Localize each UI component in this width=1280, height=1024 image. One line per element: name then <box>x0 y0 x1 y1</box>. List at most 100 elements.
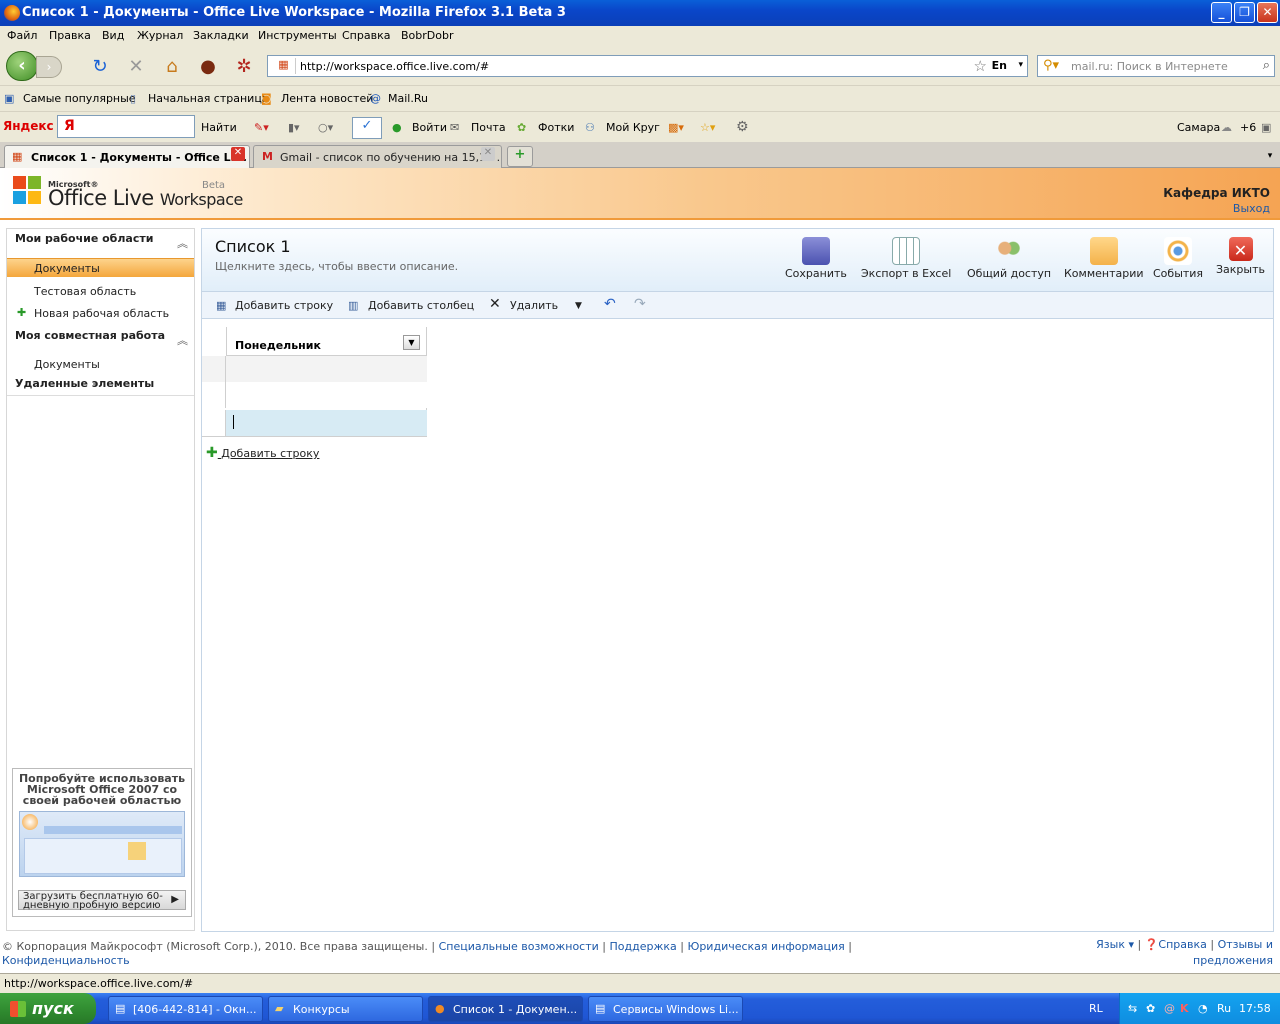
lang-badge[interactable]: En <box>992 59 1007 72</box>
menu-history[interactable]: Журнал <box>137 29 183 42</box>
comments-button[interactable]: Комментарии <box>1064 237 1144 280</box>
help-link[interactable]: Справка <box>1158 938 1206 951</box>
spellcheck-icon[interactable]: ✓ <box>352 117 382 139</box>
keyboard-layout[interactable]: RL <box>1089 1002 1103 1015</box>
yandex-search-input[interactable]: Я <box>57 115 195 138</box>
add-row-link[interactable]: ✚ Добавить строку <box>206 445 319 461</box>
tab-gmail[interactable]: M Gmail - список по обучению на 15,16 ..… <box>253 145 502 168</box>
pencil-icon[interactable]: ✎▾ <box>254 121 269 134</box>
network-icon[interactable]: ⇆ <box>1128 1002 1137 1015</box>
collapse-icon[interactable]: ︽ <box>177 235 188 251</box>
taskbar-item-firefox[interactable]: ● Список 1 - Докумен... <box>428 996 583 1022</box>
favorites-star-icon[interactable]: ☆▾ <box>700 121 715 134</box>
row-header[interactable] <box>202 410 226 436</box>
accessibility-link[interactable]: Специальные возможности <box>439 940 599 953</box>
language-menu[interactable]: Язык ▾ <box>1096 938 1134 951</box>
bookmark-star-icon[interactable]: ☆ <box>974 57 987 75</box>
tab-list-icon[interactable]: ▾ <box>1262 148 1278 164</box>
sidebar-item-new-workspace[interactable]: ✚ Новая рабочая область <box>7 304 194 323</box>
menu-edit[interactable]: Правка <box>49 29 91 42</box>
tab-close-icon[interactable]: ✕ <box>231 147 245 161</box>
add-row-icon[interactable]: ▦ <box>216 299 226 312</box>
url-dropdown-icon[interactable]: ▾ <box>1018 60 1023 70</box>
mail-at-icon[interactable]: @ <box>1164 1002 1175 1015</box>
export-excel-button[interactable]: Экспорт в Excel <box>861 237 951 280</box>
tab-close-icon[interactable]: ✕ <box>481 147 495 161</box>
taskbar-item-windows-live[interactable]: ▤ Сервисы Windows Li... <box>588 996 743 1022</box>
url-bar[interactable]: ▦ http://workspace.office.live.com/# ☆ E… <box>267 55 1028 77</box>
gift-icon[interactable]: ▩▾ <box>668 121 684 134</box>
legal-link[interactable]: Юридическая информация <box>687 940 844 953</box>
yandex-login[interactable]: Войти <box>412 121 447 134</box>
save-button[interactable]: Сохранить <box>785 237 847 280</box>
add-column-icon[interactable]: ▥ <box>348 299 358 312</box>
speech-icon[interactable]: ○▾ <box>318 121 333 134</box>
support-link[interactable]: Поддержка <box>609 940 676 953</box>
bookmark-news-feed[interactable]: Лента новостей <box>281 92 373 105</box>
antivirus-icon[interactable]: K <box>1180 1002 1189 1015</box>
menu-help[interactable]: Справка <box>342 29 390 42</box>
sidebar-item-documents[interactable]: Документы <box>7 258 194 277</box>
table-row[interactable] <box>202 382 427 408</box>
redo-icon[interactable]: ↷ <box>634 296 646 312</box>
yandex-brand[interactable]: Яндекс <box>3 119 54 133</box>
document-title[interactable]: Список 1 <box>215 237 291 256</box>
collapse-icon[interactable]: ︽ <box>177 332 188 348</box>
settings-gear-icon[interactable]: ⚙ <box>736 119 749 135</box>
yandex-more-icon[interactable]: ▣ <box>1261 121 1271 134</box>
table-row[interactable] <box>202 356 427 382</box>
table-row-editing[interactable] <box>202 410 427 436</box>
taskbar-item-window[interactable]: ▤ [406-442-814] - Окн... <box>108 996 263 1022</box>
reload-icon[interactable]: ↻ <box>90 57 110 77</box>
bookmark-mailru[interactable]: Mail.Ru <box>388 92 428 105</box>
menu-tools[interactable]: Инструменты <box>258 29 337 42</box>
tray-app-icon[interactable]: ✿ <box>1146 1002 1155 1015</box>
clock[interactable]: 17:58 <box>1239 1002 1271 1015</box>
taskbar-item-folder[interactable]: ▰ Конкурсы <box>268 996 423 1022</box>
tray-language[interactable]: Ru <box>1217 1002 1231 1015</box>
undo-icon[interactable]: ↶ <box>604 296 616 312</box>
back-button[interactable]: ‹ <box>6 51 38 81</box>
new-tab-button[interactable]: + <box>507 146 533 167</box>
add-row-button[interactable]: Добавить строку <box>235 299 333 312</box>
row-header[interactable] <box>202 356 226 382</box>
delete-x-icon[interactable]: ✕ <box>489 296 501 312</box>
window-titlebar[interactable]: Список 1 - Документы - Office Live Works… <box>0 0 1280 26</box>
add-column-button[interactable]: Добавить столбец <box>368 299 474 312</box>
search-engine-icon[interactable]: ⚲▾ <box>1043 58 1059 73</box>
download-trial-button[interactable]: Загрузить бесплатную 60-дневную пробную … <box>18 890 186 911</box>
document-description[interactable]: Щелкните здесь, чтобы ввести описание. <box>215 260 458 273</box>
menu-bobrdobr[interactable]: BobrDobr <box>401 29 454 42</box>
clock-tray-icon[interactable]: ◔ <box>1198 1002 1208 1015</box>
column-dropdown-icon[interactable]: ▼ <box>403 335 420 350</box>
column-header[interactable]: Понедельник ▼ <box>226 327 426 356</box>
menu-view[interactable]: Вид <box>102 29 124 42</box>
yandex-photos[interactable]: Фотки <box>538 121 574 134</box>
weather-city[interactable]: Самара <box>1177 121 1220 134</box>
bobrdobr-icon[interactable]: ● <box>198 57 218 77</box>
forward-button[interactable]: › <box>36 56 62 78</box>
tab-office-workspace[interactable]: ▦ Список 1 - Документы - Office Li... <box>4 145 250 168</box>
events-button[interactable]: События <box>1153 237 1203 280</box>
section-my-workspaces[interactable]: Мои рабочие области <box>15 232 153 245</box>
yandex-circle[interactable]: Мой Круг <box>606 121 660 134</box>
menu-bookmarks[interactable]: Закладки <box>193 29 249 42</box>
delete-button[interactable]: Удалить <box>510 299 558 312</box>
row-header[interactable] <box>202 382 226 408</box>
logout-link[interactable]: Выход <box>1233 202 1270 215</box>
bars-icon[interactable]: ▮▾ <box>288 121 300 134</box>
start-button[interactable]: пуск <box>0 993 96 1024</box>
feedback-link[interactable]: Отзывы и <box>1218 938 1273 951</box>
close-window-button[interactable]: ✕ <box>1257 2 1278 23</box>
section-deleted-items[interactable]: Удаленные элементы <box>15 377 154 390</box>
sidebar-item-test-area[interactable]: Тестовая область <box>7 282 194 301</box>
sidebar-item-shared-documents[interactable]: Документы <box>7 355 194 374</box>
maximize-button[interactable]: ❐ <box>1234 2 1255 23</box>
bookmark-start-page[interactable]: Начальная страница <box>148 92 269 105</box>
bookmark-most-visited[interactable]: Самые популярные <box>23 92 136 105</box>
yandex-find-button[interactable]: Найти <box>201 121 237 134</box>
privacy-link[interactable]: Конфиденциальность <box>2 954 130 967</box>
menu-file[interactable]: Файл <box>7 29 37 42</box>
home-icon[interactable]: ⌂ <box>162 57 182 77</box>
paw-icon[interactable]: ✲ <box>234 57 254 77</box>
